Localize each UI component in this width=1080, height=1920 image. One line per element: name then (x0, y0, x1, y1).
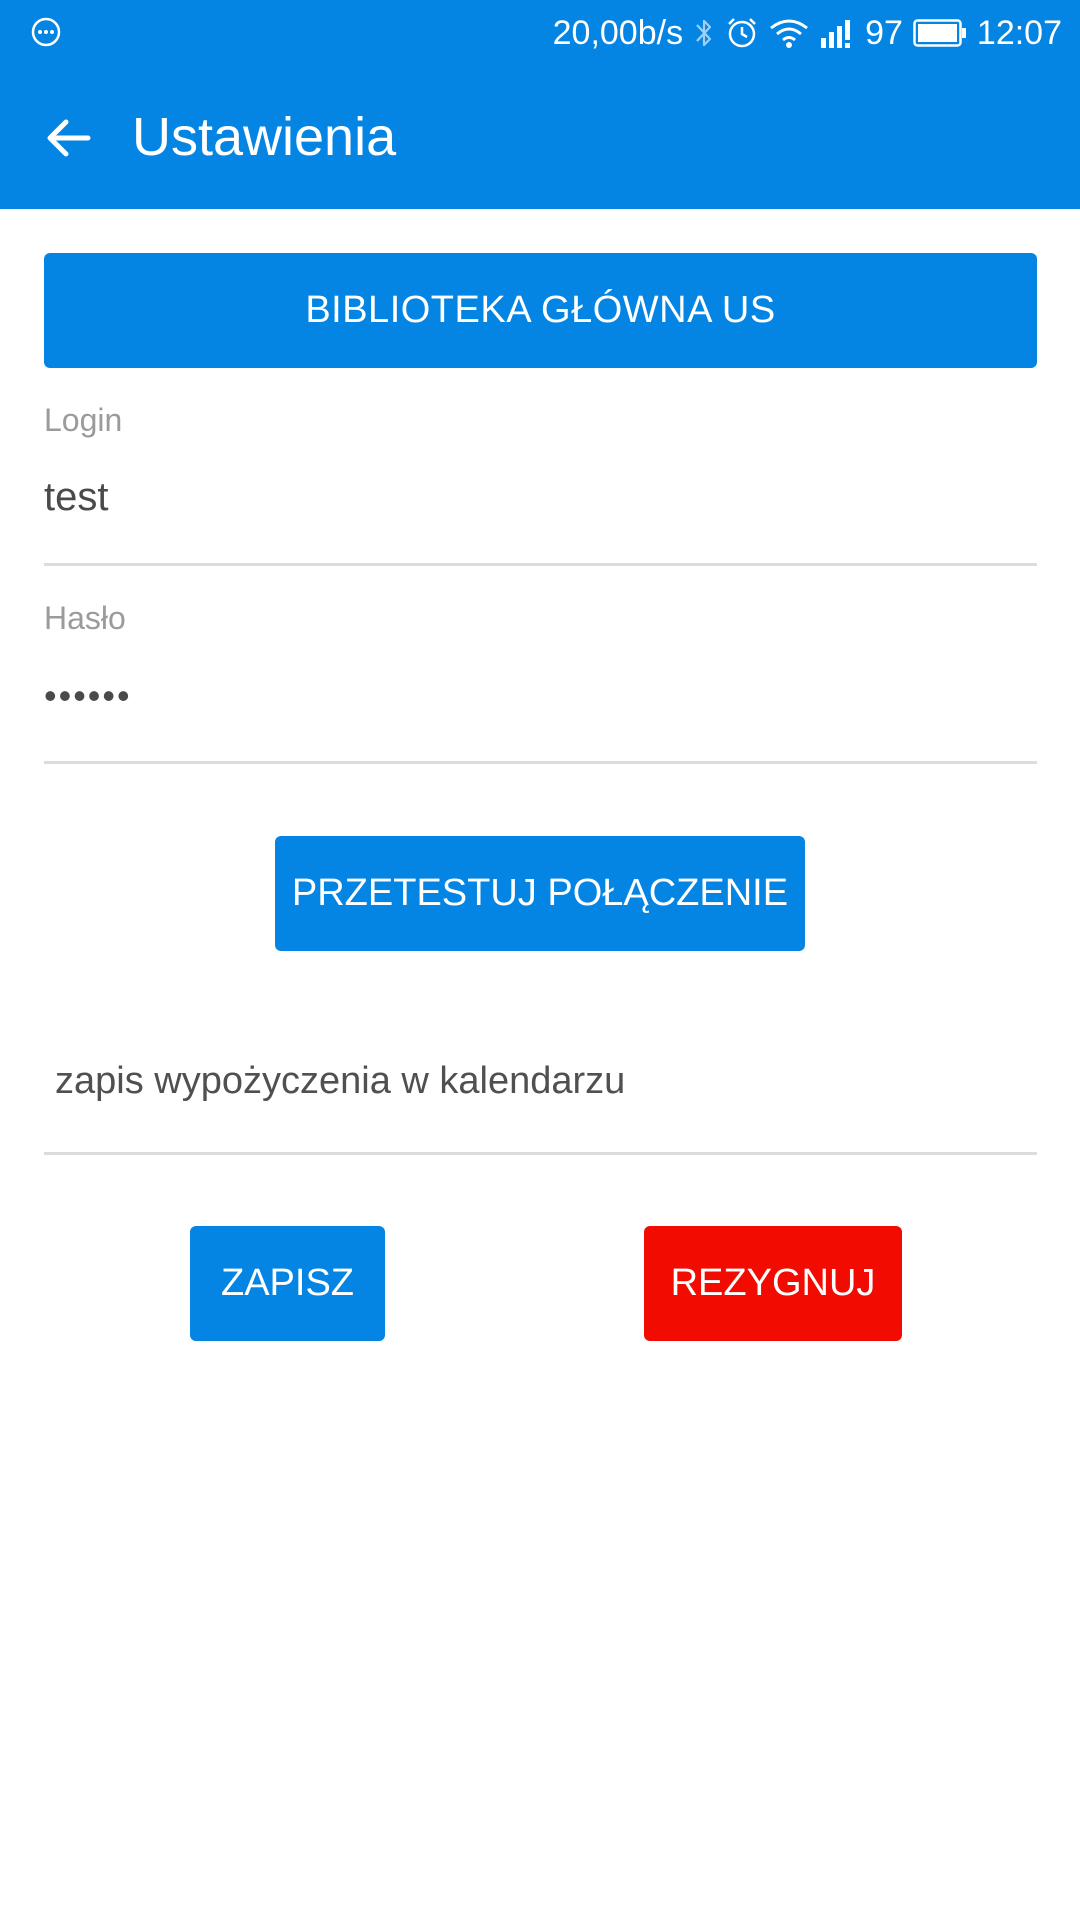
back-button[interactable] (36, 106, 100, 170)
battery-icon (913, 19, 967, 47)
signal-icon (819, 18, 855, 48)
password-input[interactable]: •••••• (44, 675, 132, 717)
password-underline (44, 761, 1037, 764)
calendar-option[interactable]: zapis wypożyczenia w kalendarzu (55, 1060, 625, 1103)
wifi-icon (769, 17, 809, 49)
test-connection-button[interactable]: PRZETESTUJ POŁĄCZENIE (275, 836, 805, 951)
login-label: Login (44, 402, 123, 438)
save-button[interactable]: ZAPISZ (190, 1226, 385, 1341)
status-icons: 20,00b/s 97 12:07 (553, 0, 1062, 66)
page-title: Ustawienia (132, 107, 397, 167)
login-underline (44, 563, 1037, 566)
arrow-left-icon (47, 119, 91, 157)
calendar-underline (44, 1152, 1037, 1155)
network-speed: 20,00b/s (552, 13, 684, 52)
clock: 12:07 (976, 13, 1062, 52)
app-bar: Ustawienia (0, 66, 1080, 209)
password-label: Hasło (44, 600, 126, 636)
library-select-button[interactable]: BIBLIOTEKA GŁÓWNA US (44, 253, 1037, 368)
login-input[interactable]: test (44, 475, 108, 520)
battery-level: 97 (865, 13, 903, 52)
status-bar: 20,00b/s 97 12:07 (0, 0, 1080, 66)
alarm-icon (725, 16, 759, 50)
bluetooth-icon (693, 16, 715, 50)
chat-bubble-icon (30, 16, 62, 48)
cancel-button[interactable]: REZYGNUJ (644, 1226, 902, 1341)
